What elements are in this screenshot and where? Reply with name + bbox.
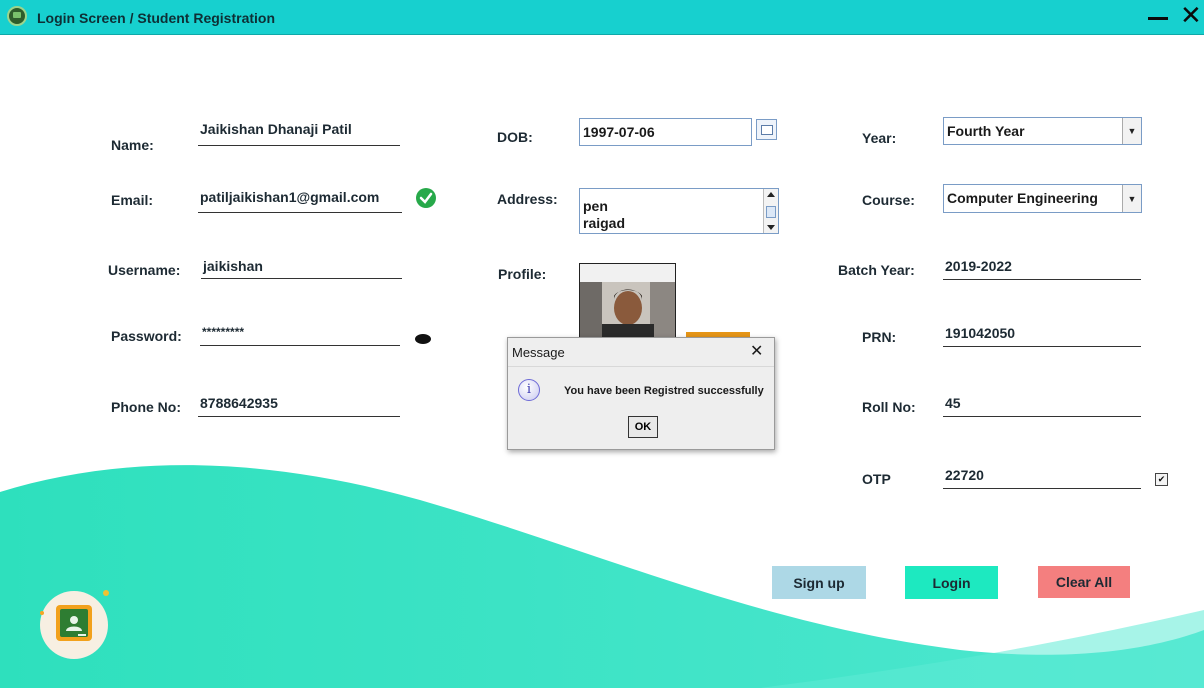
address-textarea[interactable]: pen raigad [579, 188, 779, 234]
app-icon [7, 6, 27, 26]
scroll-down-icon[interactable] [767, 225, 775, 230]
chevron-down-icon[interactable]: ▼ [1122, 118, 1141, 144]
classroom-logo [40, 590, 109, 659]
phone-label: Phone No: [111, 399, 181, 415]
message-dialog: Message ✕ i You have been Registred succ… [507, 337, 775, 450]
batch-year-field[interactable]: 2019-2022 [943, 258, 1141, 280]
name-label: Name: [111, 137, 154, 153]
signup-button[interactable]: Sign up [772, 566, 866, 599]
verified-check-icon [416, 188, 436, 208]
chevron-down-icon[interactable]: ▼ [1122, 185, 1141, 212]
email-label: Email: [111, 192, 154, 208]
minimize-icon[interactable] [1148, 17, 1168, 20]
address-line-1: pen [583, 198, 608, 214]
close-icon[interactable]: ✕ [1180, 2, 1202, 30]
otp-field[interactable]: 22720 [943, 467, 1141, 489]
phone-field[interactable]: 8788642935 [198, 395, 400, 417]
course-label: Course: [862, 192, 915, 208]
info-icon: i [518, 379, 540, 401]
calendar-icon[interactable] [756, 119, 777, 140]
password-field[interactable]: ********* [200, 325, 400, 346]
year-selected: Fourth Year [947, 123, 1025, 139]
dialog-message: You have been Registred successfully [564, 385, 764, 397]
roll-no-label: Roll No: [862, 399, 916, 415]
year-dropdown[interactable]: Fourth Year ▼ [943, 117, 1142, 145]
dialog-close-icon[interactable]: ✕ [750, 341, 763, 361]
window-title: Login Screen / Student Registration [37, 10, 276, 26]
name-field[interactable]: Jaikishan Dhanaji Patil [198, 121, 400, 146]
profile-label: Profile: [498, 266, 547, 282]
address-label: Address: [497, 191, 558, 207]
course-selected: Computer Engineering [947, 190, 1098, 206]
roll-no-field[interactable]: 45 [943, 395, 1141, 417]
username-field[interactable]: jaikishan [201, 258, 402, 279]
address-scrollbar[interactable] [763, 189, 778, 233]
prn-label: PRN: [862, 329, 897, 345]
username-label: Username: [108, 262, 181, 278]
prn-field[interactable]: 191042050 [943, 325, 1141, 347]
scroll-thumb[interactable] [766, 206, 776, 218]
otp-checkbox[interactable]: ✔ [1155, 473, 1168, 486]
profile-photo [579, 263, 676, 339]
dialog-title: Message [512, 345, 565, 360]
year-label: Year: [862, 130, 897, 146]
login-button[interactable]: Login [905, 566, 998, 599]
address-line-2: raigad [583, 215, 626, 231]
email-field[interactable]: patiljaikishan1@gmail.com [198, 189, 402, 213]
scroll-up-icon[interactable] [767, 192, 775, 197]
dob-label: DOB: [497, 129, 533, 145]
otp-label: OTP [862, 471, 891, 487]
ok-button[interactable]: OK [628, 416, 658, 438]
dob-field[interactable]: 1997-07-06 [579, 118, 752, 146]
password-label: Password: [111, 328, 182, 344]
course-dropdown[interactable]: Computer Engineering ▼ [943, 184, 1142, 213]
show-password-eye-icon[interactable] [413, 332, 433, 346]
clear-all-button[interactable]: Clear All [1038, 566, 1130, 598]
batch-year-label: Batch Year: [838, 262, 915, 278]
